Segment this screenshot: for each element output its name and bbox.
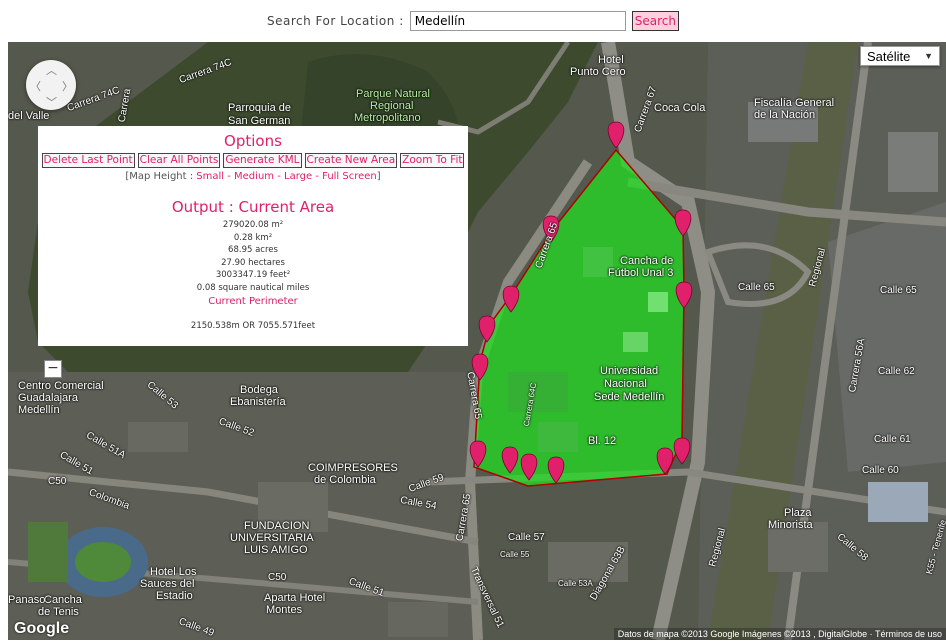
map-label: Aparta Hotel xyxy=(264,592,326,604)
zoom-to-fit-button[interactable]: Zoom To Fit xyxy=(400,153,465,168)
clear-all-points-button[interactable]: Clear All Points xyxy=(137,153,221,168)
map-label: Calle 53A xyxy=(558,579,593,588)
map-height-prefix: [Map Height : xyxy=(125,171,197,182)
google-logo: Google xyxy=(14,620,70,637)
map-label: Ebanistería xyxy=(230,396,286,408)
options-title: Options xyxy=(224,132,282,150)
options-panel: Options Delete Last Point Clear All Poin… xyxy=(38,126,468,346)
map-label: Universidad xyxy=(600,365,659,377)
map-label: Fútbol Unal 3 xyxy=(608,267,674,279)
area-hectares: 27.90 hectares xyxy=(221,257,285,268)
map-label: Parroquia de xyxy=(228,102,291,114)
pan-control[interactable]: ︿ ﹀ 〈 〉 xyxy=(26,60,76,110)
map-label: Metropolitano xyxy=(354,112,421,124)
map-label: C50 xyxy=(48,476,67,487)
map-height-small-link[interactable]: Small xyxy=(196,171,224,182)
map-label: Estadio xyxy=(156,590,193,602)
map-height-large-link[interactable]: Large xyxy=(284,171,312,182)
generate-kml-button[interactable]: Generate KML xyxy=(223,153,302,168)
map-type-value: Satélite xyxy=(867,48,911,64)
chevron-up-icon[interactable]: ︿ xyxy=(46,62,57,78)
perimeter-title: Current Perimeter xyxy=(208,296,298,307)
map-label: Regional xyxy=(370,100,414,112)
map-height-selector: [Map Height : Small - Medium - Large - F… xyxy=(38,171,468,182)
map-label: LUIS AMIGO xyxy=(244,544,308,556)
map-type-select[interactable]: Satélite ▼ xyxy=(860,46,940,66)
map-label: Hotel Los xyxy=(150,566,197,578)
map-height-suffix: ] xyxy=(376,171,381,182)
separator: - xyxy=(312,171,323,182)
create-new-area-button[interactable]: Create New Area xyxy=(304,153,398,168)
map-label: Calle 57 xyxy=(508,532,545,543)
map-label: Guadalajara xyxy=(18,392,78,404)
search-label: Search For Location : xyxy=(267,14,404,28)
map-label: Calle 60 xyxy=(862,465,899,476)
area-square-meters: 279020.08 m² xyxy=(222,220,284,230)
map-height-medium-link[interactable]: Medium xyxy=(234,171,274,182)
area-square-feet: 3003347.19 feet² xyxy=(215,270,291,280)
map-attribution[interactable]: Datos de mapa ©2013 Google Imágenes ©201… xyxy=(613,628,946,640)
map-label: Hotel xyxy=(598,54,624,66)
map-label: Calle 65 xyxy=(880,285,917,296)
chevron-right-icon[interactable]: 〉 xyxy=(62,78,73,94)
search-button[interactable]: Search xyxy=(631,11,679,31)
map-label: Plaza xyxy=(784,507,812,519)
map-label: Coca Cola xyxy=(654,102,706,114)
area-nautical-miles: 0.08 square nautical miles xyxy=(196,282,310,293)
perimeter-value: 2150.538m OR 7055.571feet xyxy=(190,321,316,331)
separator: - xyxy=(274,171,284,182)
separator: - xyxy=(224,171,235,182)
map-label: de la Nación xyxy=(754,109,816,121)
map-label: FUNDACION xyxy=(244,520,310,532)
map-label: de Colombia xyxy=(314,474,376,486)
area-square-km: 0.28 km² xyxy=(233,232,273,243)
map-label: Bl. 12 xyxy=(588,435,617,447)
map-label: UNIVERSITARIA xyxy=(230,532,314,544)
map-label: Calle 62 xyxy=(878,366,915,377)
map-label: del Valle xyxy=(8,110,50,122)
map-label: Sede Medellín xyxy=(594,391,665,403)
zoom-out-button[interactable]: − xyxy=(44,360,62,378)
map-label: Fiscalía General xyxy=(754,97,835,109)
map-label: Montes xyxy=(266,604,303,616)
search-bar: Search For Location : Search xyxy=(0,0,946,42)
area-output: 279020.08 m² 0.28 km² 68.95 acres 27.90 … xyxy=(38,219,468,294)
map-label: C50 xyxy=(268,572,287,583)
map-label: Sauces del xyxy=(140,578,195,590)
map-label: Nacional xyxy=(604,378,647,390)
delete-last-point-button[interactable]: Delete Last Point xyxy=(41,153,135,168)
map-label: Parque Natural xyxy=(356,88,430,100)
chevron-down-icon[interactable]: ﹀ xyxy=(46,94,57,110)
chevron-down-icon: ▼ xyxy=(924,51,933,61)
map-label: Minorista xyxy=(768,519,813,531)
map-label: Cancha de xyxy=(620,255,674,267)
search-input[interactable] xyxy=(409,11,626,31)
map-label: Calle 55 xyxy=(500,550,530,559)
options-toolbar: Delete Last Point Clear All Points Gener… xyxy=(38,153,468,168)
map-label: Calle 65 xyxy=(738,282,775,293)
map-label: de Tenis xyxy=(38,606,79,618)
map-label: Panaso xyxy=(8,594,46,606)
map-label: COIMPRESORES xyxy=(308,462,398,474)
area-acres: 68.95 acres xyxy=(228,245,278,255)
map-label: Bodega xyxy=(240,384,278,396)
output-title: Output : Current Area xyxy=(171,198,335,216)
map-height-full-screen-link[interactable]: Full Screen xyxy=(322,171,377,182)
map-label: Punto Cero xyxy=(570,66,626,78)
map-label: Cancha xyxy=(44,594,82,606)
map-label: Centro Comercial xyxy=(18,380,104,392)
chevron-left-icon[interactable]: 〈 xyxy=(30,78,41,94)
map-label: Calle 61 xyxy=(874,434,911,445)
map-label: Medellín xyxy=(18,404,60,416)
